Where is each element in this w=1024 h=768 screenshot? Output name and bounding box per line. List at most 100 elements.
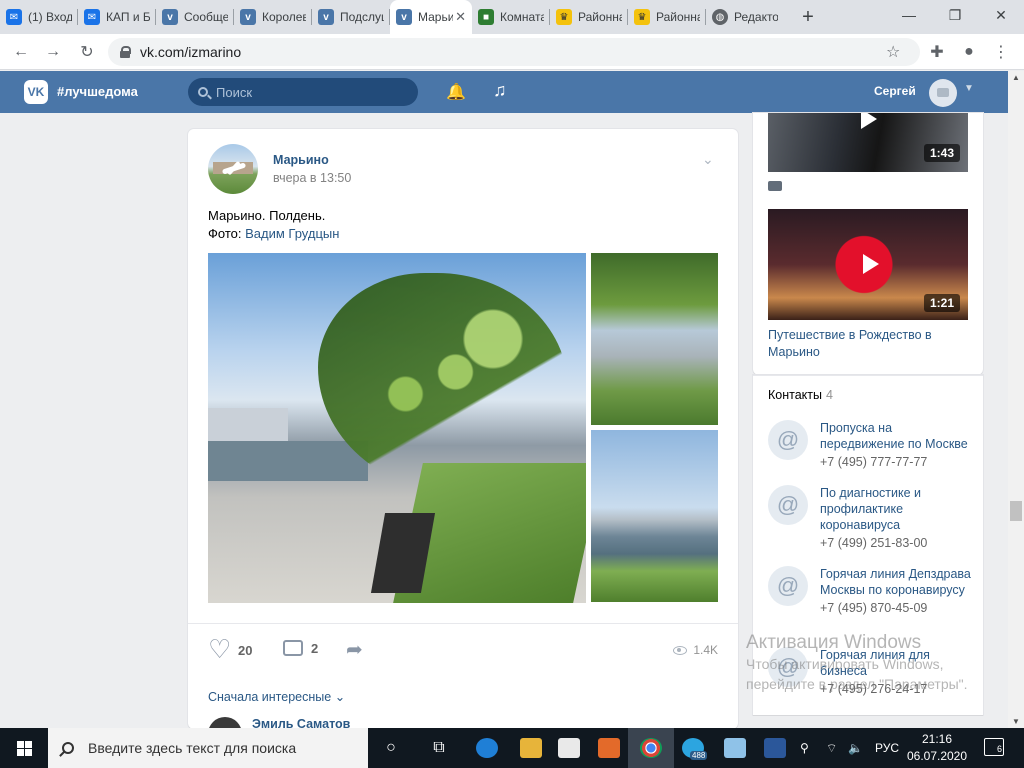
tab-inbox[interactable]: ✉(1) Входящие [0,0,78,34]
new-tab-button[interactable]: + [792,0,824,34]
vk-header: VK #лучшедома Поиск 🔔 ♫ Сергей [0,71,1008,113]
search-icon [62,742,74,754]
chevron-down-icon[interactable]: ▼ [964,83,974,94]
tab-koroleva[interactable]: vКоролева [234,0,312,34]
play-icon [861,113,877,129]
volume-icon[interactable]: 🔈 [848,728,863,768]
at-sign-icon: @ [768,485,808,525]
globe-icon: ◍ [712,9,728,25]
wifi-icon[interactable]: ⌔ [826,728,837,768]
close-window-icon[interactable]: ✕ [978,0,1024,30]
video-thumbnail[interactable]: 1:43 [768,113,968,172]
gmail-icon: ✉ [6,9,22,25]
comment-button[interactable]: 2 [283,640,318,656]
post-author[interactable]: Марьино [273,153,329,167]
contacts-header[interactable]: Контакты 4 [768,388,833,402]
browser-toolbar: ← → ↻ vk.com/izmarino ☆ ✚ ● ⋮ [0,34,1024,70]
tab-marino[interactable]: vМарьино✕ [390,0,472,34]
post-actions: 20 2 1.4K [188,623,738,673]
start-button[interactable] [0,728,48,768]
taskbar-clock[interactable]: 21:16 06.07.2020 [904,731,970,765]
vk-icon: v [396,9,412,25]
vk-icon: v [240,9,256,25]
lock-icon [120,46,131,58]
profile-icon[interactable]: ● [958,41,980,63]
site-icon: ■ [478,9,494,25]
vk-search-input[interactable]: Поиск [188,78,418,106]
user-avatar[interactable] [929,79,957,107]
post-photo-2[interactable] [591,253,718,425]
action-center-icon[interactable]: 6 [984,738,1004,756]
tab-rayonnaya-1[interactable]: ♛Районная [550,0,628,34]
share-button[interactable] [346,637,376,662]
tab-editor[interactable]: ◍Редактор [706,0,784,34]
tab-komnata[interactable]: ■ Комната [472,0,550,34]
video-camera-icon [768,181,782,191]
comment-icon [283,640,303,656]
chevron-down-icon[interactable]: ⌄ [702,151,714,168]
music-note-icon[interactable]: ♫ [493,80,507,101]
post-text: Марьино. Полдень. Фото: Вадим Грудцын [208,208,340,241]
tray-icons[interactable]: ⚲ [800,728,809,768]
cortana-circle-icon[interactable]: ○ [368,728,414,768]
tab-rayonnaya-2[interactable]: ♛Районная [628,0,706,34]
minimize-icon[interactable]: — [886,0,932,30]
video-duration: 1:43 [923,144,960,162]
address-bar[interactable]: vk.com/izmarino [108,38,920,66]
post-time[interactable]: вчера в 13:50 [273,171,351,185]
url-text: vk.com/izmarino [140,44,242,60]
tab-messages[interactable]: vСообщения [156,0,234,34]
hashtag-link[interactable]: #лучшедома [57,84,138,99]
word-icon[interactable] [752,728,798,768]
site-icon: ♛ [634,9,650,25]
maximize-icon[interactable]: ❐ [932,0,978,30]
vk-icon: v [318,9,334,25]
vk-logo[interactable]: VK [24,80,48,104]
tab-kap[interactable]: ✉КАП и Браузер [78,0,156,34]
video-duration: 1:21 [923,294,960,312]
forward-arrow-icon[interactable]: → [42,41,64,63]
menu-dots-icon[interactable]: ⋮ [990,41,1012,63]
back-arrow-icon[interactable]: ← [10,41,32,63]
people-icon[interactable]: ⚲ [800,741,809,755]
search-icon [198,87,208,97]
videos-block: 1:43 1:21 Путешествие в Рождество в Марь… [753,113,983,375]
heart-icon [208,634,231,665]
user-name[interactable]: Сергей [874,84,916,98]
edge-icon[interactable] [464,728,510,768]
browser-tab-strip: ✉(1) Входящие ✉КАП и Браузер vСообщения … [0,0,1024,34]
like-button[interactable]: 20 [208,634,252,665]
windows-taskbar: Введите здесь текст для поиска ○ ⧉ ⚲ ⌔ 🔈… [0,728,1024,768]
video-title-link[interactable]: Путешествие в Рождество в Марьино [768,327,968,361]
telegram-icon[interactable] [670,728,716,768]
contacts-block: Контакты 4 @ Пропуска на передвижение по … [753,375,983,715]
at-sign-icon: @ [768,647,808,687]
at-sign-icon: @ [768,420,808,460]
reload-icon[interactable]: ↻ [76,41,98,63]
notifications-bell-icon[interactable]: 🔔 [446,82,466,102]
bookmark-star-icon[interactable]: ☆ [886,42,900,62]
language-indicator[interactable]: РУС [875,728,899,768]
play-icon [863,254,879,274]
chrome-icon[interactable] [628,728,674,768]
task-view-icon[interactable]: ⧉ [416,728,462,768]
photo-author-link[interactable]: Вадим Грудцын [245,226,339,241]
vk-icon: v [162,9,178,25]
scrollbar-thumb[interactable] [1010,501,1022,521]
tab-podslushano[interactable]: vПодслушано [312,0,390,34]
telegram-unread-badge: 488 [690,751,708,760]
close-tab-icon[interactable]: ✕ [455,9,466,25]
post-photo-main[interactable] [208,253,586,603]
at-sign-icon: @ [768,566,808,606]
extensions-puzzle-icon[interactable]: ✚ [926,41,948,63]
page-scrollbar[interactable]: ▲ ▼ [1008,71,1024,728]
taskbar-search-input[interactable]: Введите здесь текст для поиска [48,728,368,768]
wall-post: Марьино вчера в 13:50 ⌄ Марьино. Полдень… [188,129,738,729]
comments-sort-dropdown[interactable]: Сначала интересные ⌄ [208,689,345,704]
media-player-icon[interactable] [586,728,632,768]
scroll-up-icon[interactable]: ▲ [1012,73,1020,82]
community-avatar[interactable] [208,144,258,194]
post-photo-3[interactable] [591,430,718,602]
video-thumbnail[interactable]: 1:21 [768,209,968,320]
scroll-down-icon[interactable]: ▼ [1012,717,1020,726]
